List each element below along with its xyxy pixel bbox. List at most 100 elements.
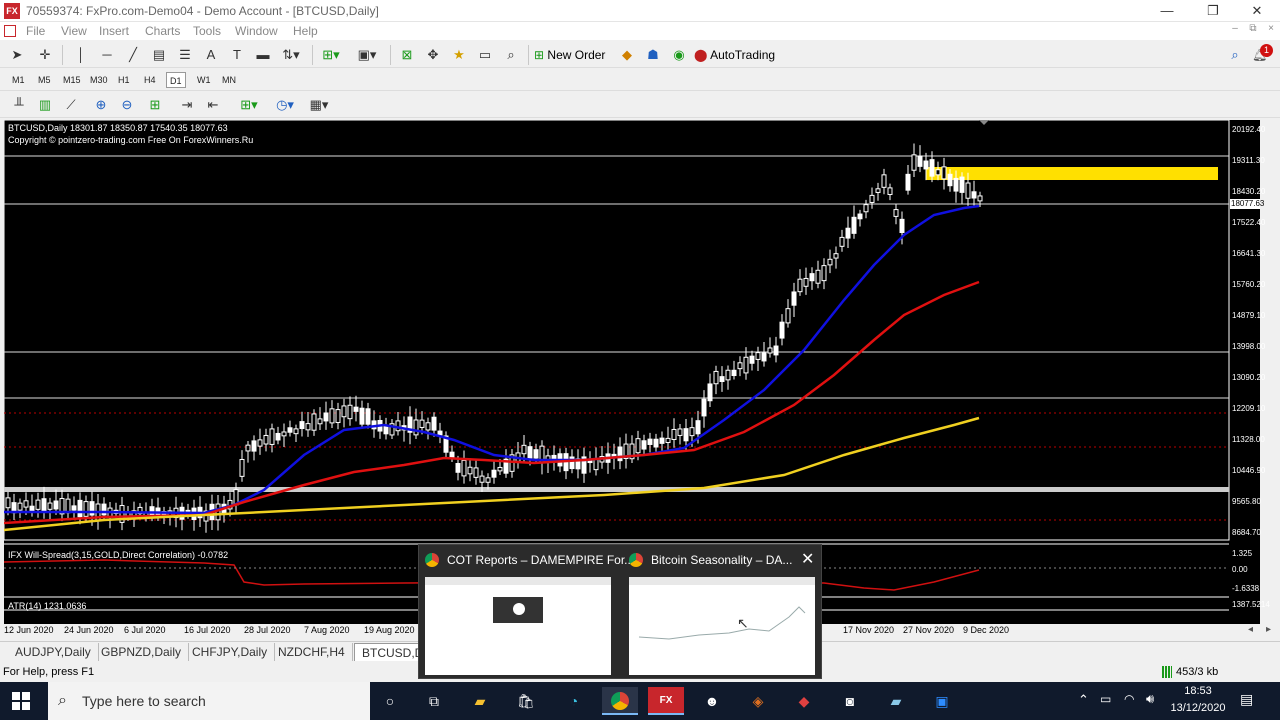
- horizontal-line-icon[interactable]: ─: [96, 44, 118, 66]
- timeframe-mn[interactable]: MN: [219, 72, 239, 88]
- mdi-minimize-button[interactable]: –: [1226, 23, 1244, 39]
- vps-icon[interactable]: ◉: [668, 44, 690, 66]
- minimize-button[interactable]: —: [1144, 0, 1190, 22]
- timeframe-m1[interactable]: M1: [9, 72, 28, 88]
- tab-chfjpy[interactable]: CHFJPY,Daily: [185, 643, 276, 661]
- timeframe-m5[interactable]: M5: [35, 72, 54, 88]
- clock-date[interactable]: 13/12/2020: [1166, 702, 1230, 714]
- tab-gbpnzd[interactable]: GBPNZD,Daily: [94, 643, 190, 661]
- search-icon: ⌕: [58, 692, 67, 709]
- store-icon[interactable]: 🛍︎: [508, 687, 544, 715]
- candlestick-icon[interactable]: ▥: [34, 94, 56, 116]
- candle-body: [413, 419, 419, 436]
- channel-icon[interactable]: ▤: [148, 44, 170, 66]
- indicators-icon[interactable]: ⊞▾: [238, 94, 260, 116]
- candle-body: [857, 213, 863, 220]
- timeframe-m30[interactable]: M30: [87, 72, 111, 88]
- scroll-right-icon[interactable]: ▸: [1266, 624, 1271, 635]
- zoom-in-icon[interactable]: ⊕: [90, 94, 112, 116]
- app-icon-notes[interactable]: ▰: [878, 687, 914, 715]
- cursor-icon[interactable]: ➤: [6, 44, 28, 66]
- mdi-close-button[interactable]: ×: [1262, 23, 1280, 39]
- candle-body: [767, 347, 773, 354]
- periods-icon[interactable]: ◷▾: [274, 94, 296, 116]
- timeframe-h1[interactable]: H1: [115, 72, 133, 88]
- edge-icon[interactable]: ◔: [556, 687, 592, 715]
- task-view-icon[interactable]: ⧉: [416, 687, 452, 715]
- clock-time[interactable]: 18:53: [1176, 685, 1220, 697]
- menu-file[interactable]: File: [26, 24, 45, 38]
- timeframe-h4[interactable]: H4: [141, 72, 159, 88]
- timeframes-toolbar: M1 M5 M15 M30 H1 H4 D1 W1 MN: [0, 69, 1280, 91]
- app-icon-robot[interactable]: ◙: [832, 687, 868, 715]
- tab-nzdchf[interactable]: NZDCHF,H4: [271, 643, 353, 661]
- timeframe-d1[interactable]: D1: [166, 72, 186, 88]
- search-icon[interactable]: ⌕: [1224, 44, 1246, 66]
- profiles-icon[interactable]: ▣▾: [356, 44, 378, 66]
- favorites-icon[interactable]: ★: [448, 44, 470, 66]
- menu-window[interactable]: Window: [235, 24, 278, 38]
- cortana-icon[interactable]: ○: [372, 687, 408, 715]
- chrome-taskbar-icon[interactable]: [602, 687, 638, 715]
- file-explorer-icon[interactable]: ▰: [462, 687, 498, 715]
- auto-scroll-icon[interactable]: ⇥: [176, 94, 198, 116]
- navigator-icon[interactable]: ✥: [422, 44, 444, 66]
- market-icon[interactable]: ☗: [642, 44, 664, 66]
- autotrading-button[interactable]: ⬤ AutoTrading: [694, 44, 775, 66]
- close-icon[interactable]: ✕: [801, 549, 814, 569]
- signals-icon[interactable]: ◆: [616, 44, 638, 66]
- tester-icon[interactable]: ⌕: [500, 44, 522, 66]
- action-center-icon[interactable]: ▤: [1240, 691, 1253, 708]
- market-watch-icon[interactable]: ⊠: [396, 44, 418, 66]
- zoom-icon[interactable]: ▣: [924, 687, 960, 715]
- candle-body: [347, 404, 353, 420]
- bar-chart-icon[interactable]: ╨: [8, 94, 30, 116]
- label-icon[interactable]: T: [226, 44, 248, 66]
- indicator1-scale: 0.00: [1232, 565, 1248, 574]
- new-chart-icon[interactable]: ⊞▾: [320, 44, 342, 66]
- vertical-line-icon[interactable]: │: [70, 44, 92, 66]
- fibonacci-icon[interactable]: ☰: [174, 44, 196, 66]
- maximize-button[interactable]: ❐: [1190, 0, 1236, 22]
- battery-icon[interactable]: ▭: [1100, 692, 1111, 706]
- menu-tools[interactable]: Tools: [193, 24, 221, 38]
- tile-windows-icon[interactable]: ⊞: [144, 94, 166, 116]
- candle-body: [797, 278, 803, 293]
- thumb1-preview[interactable]: [425, 577, 611, 675]
- app-icon-flame[interactable]: ◈: [740, 687, 776, 715]
- line-chart-icon[interactable]: ⟋: [60, 94, 82, 116]
- candle-body: [833, 253, 839, 259]
- tab-audjpy[interactable]: AUDJPY,Daily: [8, 643, 99, 661]
- app-icon-hat[interactable]: ☻: [694, 687, 730, 715]
- menu-charts[interactable]: Charts: [145, 24, 180, 38]
- chevron-up-icon[interactable]: ⌃: [1078, 692, 1089, 708]
- zoom-out-icon[interactable]: ⊖: [116, 94, 138, 116]
- chart-shift-icon[interactable]: ⇤: [202, 94, 224, 116]
- timeframe-m15[interactable]: M15: [60, 72, 84, 88]
- scroll-left-icon[interactable]: ◂: [1248, 624, 1253, 635]
- thumb2-preview[interactable]: ↖: [629, 577, 815, 675]
- mdi-restore-button[interactable]: ⧉: [1244, 23, 1262, 39]
- menu-help[interactable]: Help: [293, 24, 318, 38]
- app-icon-red[interactable]: ◆: [786, 687, 822, 715]
- new-order-button[interactable]: ⊞ New Order: [534, 44, 605, 66]
- text-icon[interactable]: A: [200, 44, 222, 66]
- arrows-dropdown-icon[interactable]: ⇅▾: [280, 44, 302, 66]
- close-button[interactable]: ✕: [1234, 0, 1280, 22]
- menu-view[interactable]: View: [61, 24, 87, 38]
- timeframe-w1[interactable]: W1: [194, 72, 214, 88]
- menu-insert[interactable]: Insert: [99, 24, 129, 38]
- terminal-icon[interactable]: ▭: [474, 44, 496, 66]
- wifi-icon[interactable]: ◠: [1124, 692, 1134, 706]
- templates-icon[interactable]: ▦▾: [308, 94, 330, 116]
- trendline-icon[interactable]: ╱: [122, 44, 144, 66]
- rectangle-icon[interactable]: ▬: [252, 44, 274, 66]
- thumb1-title: COT Reports – DAMEMPIRE For...: [447, 553, 635, 567]
- taskbar-search-box[interactable]: ⌕ Type here to search: [48, 682, 370, 720]
- crosshair-icon[interactable]: ✛: [34, 44, 56, 66]
- candle-body: [851, 216, 857, 234]
- notifications-button[interactable]: 🔔︎ 1: [1252, 44, 1273, 64]
- fxpro-icon[interactable]: FX: [648, 687, 684, 715]
- windows-start-icon[interactable]: [12, 692, 30, 710]
- volume-icon[interactable]: 🔊︎: [1146, 691, 1154, 707]
